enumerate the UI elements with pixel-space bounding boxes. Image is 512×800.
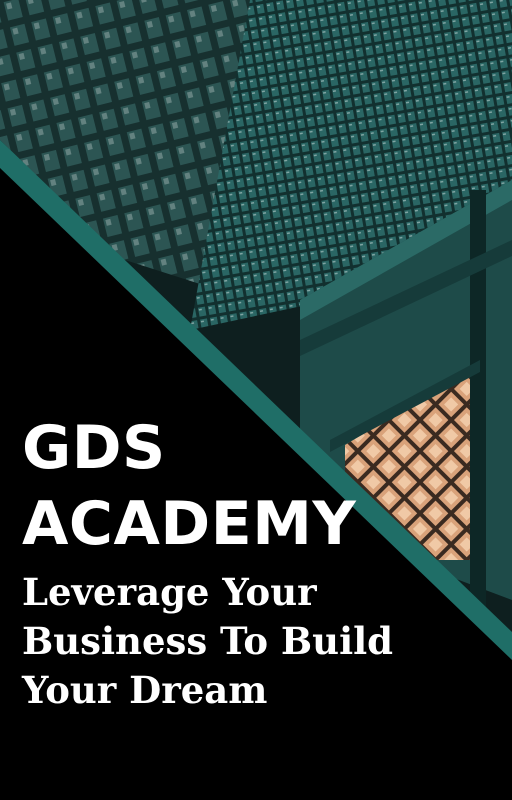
cover-text: GDS ACADEMY Leverage Your Business To Bu… [22, 410, 393, 715]
title-line-academy: ACADEMY [22, 489, 357, 559]
title-line-gds: GDS [22, 413, 166, 483]
brand-title: GDS ACADEMY [22, 410, 393, 562]
book-cover: GDS ACADEMY Leverage Your Business To Bu… [0, 0, 512, 800]
tagline-line-1: Leverage Your [22, 570, 317, 614]
tagline: Leverage Your Business To Build Your Dre… [22, 568, 393, 715]
tagline-line-2: Business To Build [22, 619, 394, 663]
tagline-line-3: Your Dream [22, 668, 268, 712]
